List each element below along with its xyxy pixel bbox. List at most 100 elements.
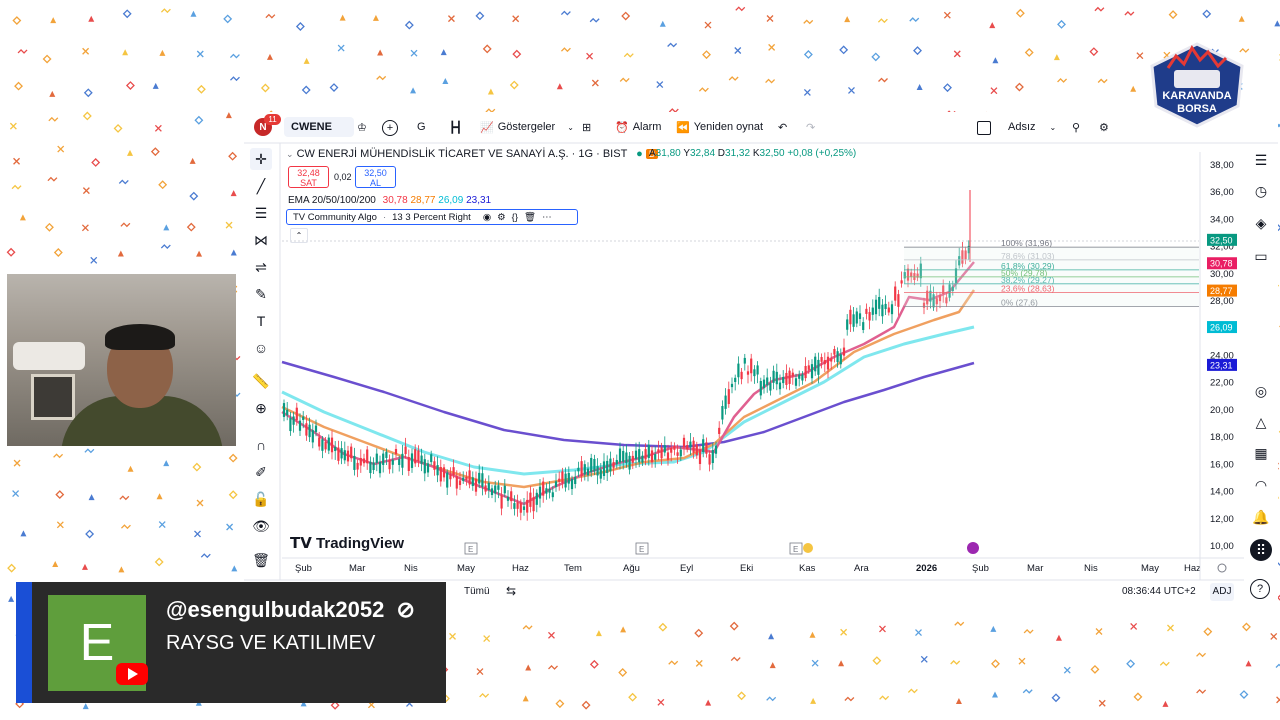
settings-gear-icon[interactable]: ⚙ (1099, 118, 1109, 136)
candle-body (865, 308, 868, 314)
templates-icon[interactable]: ⊞ (582, 118, 591, 136)
apps-grid-icon[interactable]: ⠿ (1250, 539, 1272, 561)
interval-button[interactable]: G (417, 118, 426, 136)
clock[interactable]: 08:36:44 UTC+2 (1122, 586, 1196, 597)
crown-icon[interactable]: ♔ (357, 118, 367, 136)
layout-icon[interactable] (977, 121, 991, 135)
candle-body (375, 453, 378, 463)
confetti-shape (668, 660, 679, 666)
confetti-shape (628, 692, 638, 702)
quick-search-icon[interactable]: ⚲ (1072, 118, 1080, 136)
pattern-icon[interactable]: ⋈ (250, 229, 272, 251)
ideas-icon[interactable]: △ (1250, 411, 1272, 433)
pencil-lock-icon[interactable]: ✐ (250, 461, 272, 483)
alarm-button[interactable]: ⏰ Alarm (615, 118, 661, 136)
confetti-shape (410, 49, 418, 57)
price-chart[interactable]: 38,0036,0034,0032,0030,0028,0024,0022,00… (244, 112, 1278, 607)
indicators-button[interactable]: 📈 Göstergeler ⌄ (480, 118, 574, 136)
candle-body (622, 450, 625, 462)
confetti-shape (1024, 48, 1034, 57)
confetti-shape (442, 78, 449, 85)
candle-body (420, 455, 423, 464)
confetti-shape (329, 83, 339, 92)
zoom-in-icon[interactable]: ⊕ (250, 397, 272, 419)
trash-icon[interactable]: 🗑 (250, 549, 272, 571)
undo-icon[interactable]: ↶ (778, 118, 787, 136)
confetti-shape (189, 191, 199, 201)
ema-legend[interactable]: EMA 20/50/100/200 30,78 28,77 26,09 23,3… (288, 195, 491, 206)
candle-body (750, 358, 753, 374)
confetti-shape (1196, 689, 1207, 694)
calendar-icon[interactable]: ▦ (1250, 442, 1272, 464)
confetti-shape (522, 624, 533, 630)
candle-body (478, 472, 481, 484)
stream-icon[interactable]: ◠ (1250, 474, 1272, 496)
candle-body (618, 448, 622, 463)
crosshair-icon[interactable]: ✛ (250, 148, 272, 170)
brush-icon[interactable]: ✎ (250, 283, 272, 305)
candle-body (714, 445, 718, 454)
candle-body (756, 365, 759, 375)
confetti-shape (303, 57, 310, 64)
ruler-icon[interactable]: 📏 (250, 370, 272, 392)
candle-body (737, 363, 740, 378)
confetti-shape (839, 45, 849, 55)
confetti-shape (52, 561, 59, 568)
confetti-shape (9, 122, 17, 130)
candle-body (449, 474, 452, 480)
confetti-shape (509, 80, 519, 90)
replay-button[interactable]: ⏪ Yeniden oynat (676, 118, 763, 136)
settings-gear-icon[interactable]: ⚙ (497, 212, 506, 223)
redo-icon[interactable]: ↷ (806, 118, 815, 136)
adj-button[interactable]: ADJ (1210, 583, 1234, 601)
candle-body (417, 450, 420, 462)
source-code-icon[interactable]: {} (512, 212, 518, 223)
forecast-icon[interactable]: ⇌ (250, 256, 272, 278)
channel-handle[interactable]: @esengulbudak2052 ⊘ (166, 597, 415, 623)
low-value: 31,32 (725, 148, 751, 159)
chat-icon[interactable]: ▭ (1250, 245, 1272, 267)
price-axis-label: 38,00 (1210, 160, 1234, 171)
eye-icon[interactable]: ◉ (483, 212, 491, 223)
candle-body (673, 445, 676, 450)
candle-body (852, 314, 855, 327)
lock-icon[interactable]: 🔓 (250, 488, 272, 510)
magnet-icon[interactable]: ∩ (250, 434, 272, 456)
collapse-chevron-icon[interactable]: ⌄ (286, 149, 294, 159)
collapse-legend-icon[interactable]: ⌃ (290, 228, 308, 243)
add-symbol-icon[interactable]: + (382, 120, 398, 136)
confetti-shape (158, 521, 166, 529)
layers-icon[interactable]: ◈ (1250, 212, 1272, 234)
candle-body (887, 307, 890, 313)
date-range-icon[interactable]: ⇆ (506, 584, 516, 598)
text-icon[interactable]: T (250, 310, 272, 332)
confetti-shape (447, 15, 455, 23)
algo-indicator-legend[interactable]: TV Community Algo · 13 3 Percent Right ◉… (286, 209, 578, 225)
trend-line-icon[interactable]: ╱ (250, 175, 272, 197)
trash-icon[interactable]: 🗑 (524, 212, 536, 223)
sell-button[interactable]: 32,48 SAT (288, 166, 329, 188)
more-icon[interactable]: ⋯ (542, 212, 552, 223)
buy-button[interactable]: 32,50 AL (355, 166, 396, 188)
candle-body (577, 467, 580, 472)
alerts-clock-icon[interactable]: ◷ (1250, 180, 1272, 202)
watchlist-icon[interactable]: ☰ (1250, 149, 1272, 171)
confetti-shape (765, 78, 776, 84)
candle-body (574, 476, 577, 485)
time-axis-label: Ara (854, 563, 870, 574)
confetti-shape (522, 695, 529, 702)
fib-retracement-icon[interactable]: ☰ (250, 202, 272, 224)
candles-icon[interactable]: ┣┫ (449, 118, 462, 136)
confetti-shape (667, 42, 678, 48)
emoji-icon[interactable]: ☺ (250, 337, 272, 359)
candle-body (446, 472, 449, 488)
eye-icon[interactable]: 👁 (250, 515, 272, 537)
range-all-button[interactable]: Tümü (464, 586, 490, 597)
bell-icon[interactable]: 🔔 (1250, 506, 1272, 528)
symbol-search[interactable]: CWENE (284, 117, 354, 137)
candle-body (519, 502, 522, 513)
confetti-shape (192, 462, 202, 472)
layout-name-button[interactable]: Adsız ⌄ (1008, 118, 1056, 136)
confetti-shape (844, 696, 855, 702)
target-icon[interactable]: ◎ (1250, 380, 1272, 402)
